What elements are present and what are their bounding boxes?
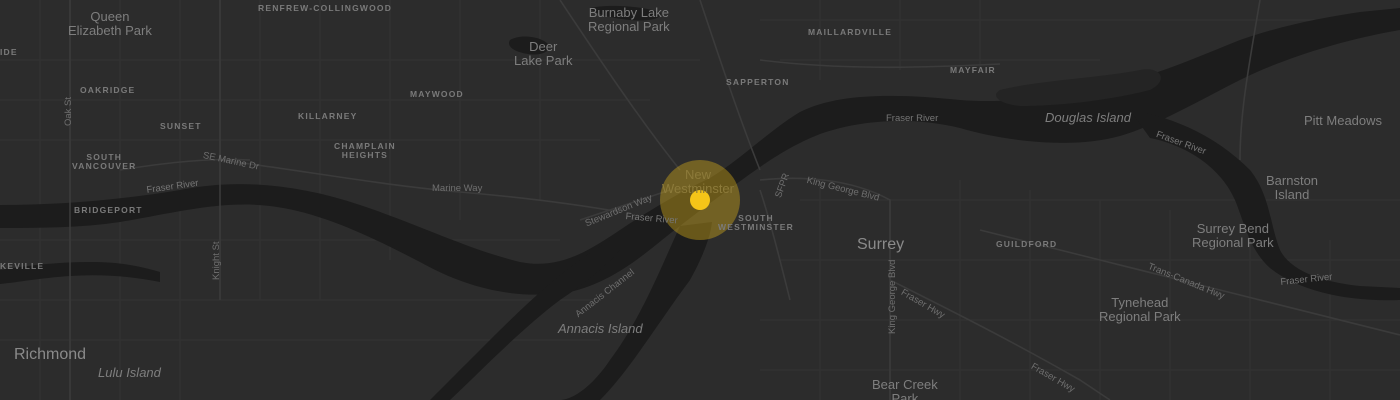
label-marine-way: Marine Way (432, 183, 483, 194)
label-pitt-meadows: Pitt Meadows (1304, 113, 1383, 128)
label-south-westminster: SOUTH WESTMINSTER (718, 213, 795, 233)
label-killarney: KILLARNEY (298, 111, 358, 121)
label-surrey-bend: Surrey Bend Regional Park (1192, 221, 1274, 251)
map-canvas[interactable]: Queen Elizabeth Park RENFREW-COLLINGWOOD … (0, 0, 1400, 400)
label-bear-creek-park: Bear Creek Park (872, 377, 938, 400)
label-oak-st: Oak St (63, 96, 74, 126)
label-deer-lake: Deer Lake Park (514, 39, 573, 69)
label-new-westminster: New Westminster (662, 167, 734, 197)
label-keville: KEVILLE (0, 261, 45, 271)
label-king-george-blvd-vertical: King George Blvd (887, 259, 898, 334)
label-sunset: SUNSET (160, 121, 202, 131)
sfpr-road (759, 189, 791, 301)
golden-ears-road (1239, 0, 1261, 161)
label-maywood: MAYWOOD (410, 89, 464, 99)
label-maillardville: MAILLARDVILLE (808, 27, 893, 37)
label-oakridge: OAKRIDGE (80, 85, 136, 95)
label-guildford: GUILDFORD (996, 239, 1058, 249)
label-tynehead: Tynehead Regional Park (1099, 295, 1181, 325)
label-champlain-heights: CHAMPLAIN HEIGHTS (334, 141, 396, 161)
label-queen-elizabeth-park: Queen Elizabeth Park (68, 9, 152, 39)
label-lulu-island: Lulu Island (98, 365, 161, 380)
king-george-road (759, 177, 891, 400)
label-fraser-river-north: Fraser River (886, 113, 939, 124)
label-sapperton: SAPPERTON (726, 77, 790, 87)
label-barnston-island: Barnston Island (1266, 173, 1319, 203)
label-south-vancouver: SOUTH VANCOUVER (72, 152, 137, 172)
label-knight-st: Knight St (211, 241, 222, 280)
label-ide: IDE (0, 47, 18, 57)
label-richmond: Richmond (14, 346, 87, 363)
label-bridgeport: BRIDGEPORT (74, 205, 143, 215)
label-burnaby-lake: Burnaby Lake Regional Park (588, 5, 670, 35)
label-renfrew-collingwood: RENFREW-COLLINGWOOD (258, 3, 393, 13)
label-mayfair: MAYFAIR (950, 65, 996, 75)
label-douglas-island: Douglas Island (1045, 110, 1131, 125)
label-annacis-island: Annacis Island (558, 321, 643, 336)
label-surrey: Surrey (857, 236, 905, 253)
